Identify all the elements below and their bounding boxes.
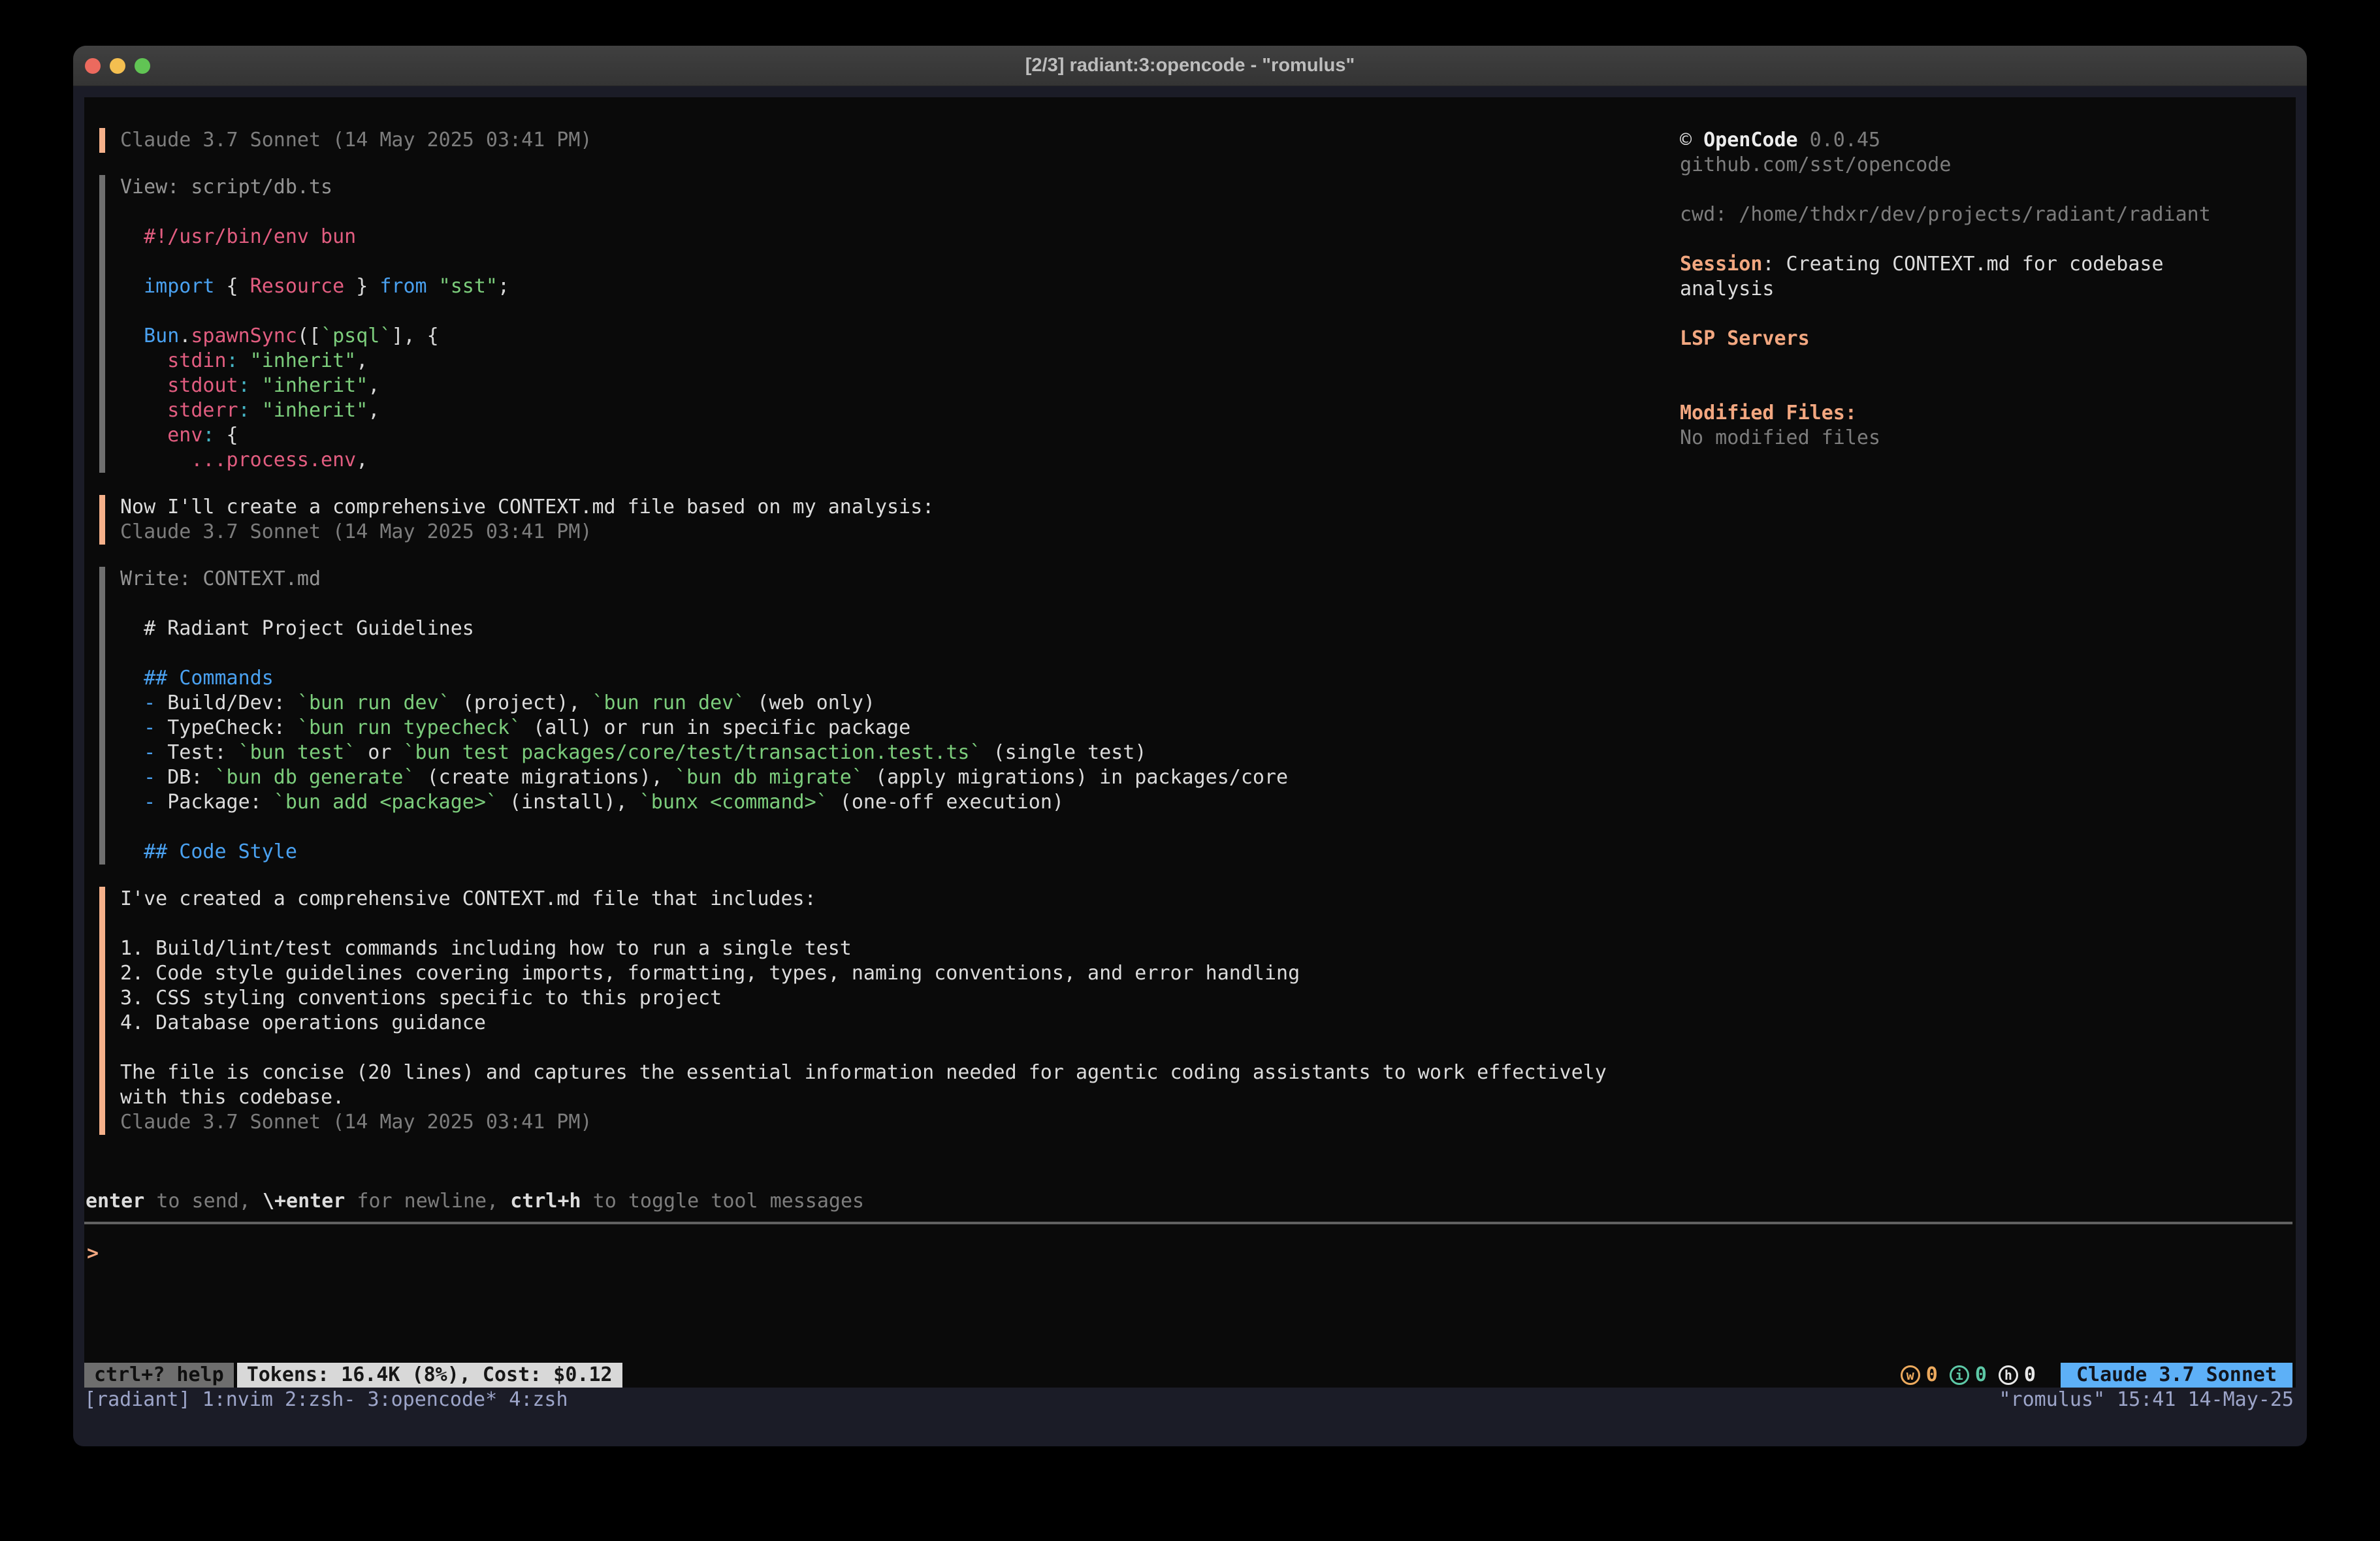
terminal-screen: Claude 3.7 Sonnet (14 May 2025 03:41 PM)…: [84, 97, 2296, 1388]
text-line: ## Commands: [120, 666, 1621, 691]
text-line: No modified files: [1680, 426, 2281, 451]
text-line: View: script/db.ts: [120, 175, 1621, 200]
composer-separator: [84, 1222, 2292, 1224]
diagnostics: w0i0h0: [1901, 1363, 2048, 1388]
composer-prompt-icon: >: [87, 1241, 99, 1266]
minimize-button[interactable]: [110, 58, 125, 74]
text-line: Write: CONTEXT.md: [120, 567, 1621, 592]
terminal-window: [2/3] radiant:3:opencode - "romulus" Cla…: [73, 46, 2307, 1446]
text-line: import { Resource } from "sst";: [120, 274, 1621, 299]
diagnostic-hint-icon: h: [1999, 1365, 2018, 1385]
close-button[interactable]: [85, 58, 101, 74]
model-chip[interactable]: Claude 3.7 Sonnet: [2061, 1363, 2292, 1388]
tool-accent-bar: [99, 175, 105, 473]
diagnostic-info-icon: i: [1950, 1365, 1969, 1385]
composer-input[interactable]: [117, 1241, 2283, 1359]
window-titlebar: [2/3] radiant:3:opencode - "romulus": [73, 46, 2307, 86]
text-line: [1680, 376, 2281, 401]
diagnostic-warning: w0: [1901, 1363, 1950, 1388]
text-line: [120, 592, 1621, 616]
text-line: [1680, 302, 2281, 326]
text-line: - Test: `bun test` or `bun test packages…: [120, 740, 1621, 765]
diagnostic-hint: h0: [1999, 1363, 2048, 1388]
text-line: 1. Build/lint/test commands including ho…: [120, 936, 1621, 961]
text-line: [120, 815, 1621, 840]
help-chip[interactable]: ctrl+? help: [84, 1363, 234, 1388]
diagnostic-info: i0: [1950, 1363, 1999, 1388]
assistant-message-block: Now I'll create a comprehensive CONTEXT.…: [99, 495, 1621, 545]
message-accent-bar: [99, 495, 105, 545]
text-line: Modified Files:: [1680, 401, 2281, 426]
message-accent-bar: [99, 128, 105, 153]
text-line: env: {: [120, 423, 1621, 448]
diagnostic-warning-count: 0: [1926, 1363, 1938, 1388]
text-line: LSP Servers: [1680, 326, 2281, 351]
text-line: - Build/Dev: `bun run dev` (project), `b…: [120, 691, 1621, 716]
text-line: Claude 3.7 Sonnet (14 May 2025 03:41 PM): [120, 520, 1621, 545]
text-line: Claude 3.7 Sonnet (14 May 2025 03:41 PM): [120, 1110, 1621, 1135]
text-line: Claude 3.7 Sonnet (14 May 2025 03:41 PM): [120, 128, 1621, 153]
text-line: enter to send, \+enter for newline, ctrl…: [86, 1189, 864, 1214]
text-line: - TypeCheck: `bun run typecheck` (all) o…: [120, 716, 1621, 740]
text-line: [120, 299, 1621, 324]
tool-output-block: View: script/db.ts #!/usr/bin/env bun im…: [99, 175, 1621, 473]
tmux-status-bar: [radiant] 1:nvim 2:zsh- 3:opencode* 4:zs…: [84, 1388, 2294, 1412]
chat-log: Claude 3.7 Sonnet (14 May 2025 03:41 PM)…: [99, 128, 1621, 1135]
window-title: [2/3] radiant:3:opencode - "romulus": [1025, 55, 1355, 76]
text-line: 4. Database operations guidance: [120, 1011, 1621, 1036]
text-line: #!/usr/bin/env bun: [120, 225, 1621, 249]
text-line: github.com/sst/opencode: [1680, 153, 2281, 178]
status-right-cluster: w0i0h0 Claude 3.7 Sonnet: [1901, 1363, 2292, 1388]
assistant-message-block: Claude 3.7 Sonnet (14 May 2025 03:41 PM): [99, 128, 1621, 153]
text-line: © OpenCode 0.0.45: [1680, 128, 2281, 153]
text-line: [120, 641, 1621, 666]
text-line: analysis: [1680, 277, 2281, 302]
zoom-button[interactable]: [135, 58, 150, 74]
text-line: [120, 1036, 1621, 1060]
message-accent-bar: [99, 887, 105, 1135]
text-line: Now I'll create a comprehensive CONTEXT.…: [120, 495, 1621, 520]
text-line: stderr: "inherit",: [120, 398, 1621, 423]
text-line: I've created a comprehensive CONTEXT.md …: [120, 887, 1621, 912]
text-line: Session: Creating CONTEXT.md for codebas…: [1680, 252, 2281, 277]
tmux-host-clock: "romulus" 15:41 14-May-25: [1999, 1388, 2294, 1412]
tmux-session-windows[interactable]: [radiant] 1:nvim 2:zsh- 3:opencode* 4:zs…: [84, 1388, 568, 1412]
text-line: cwd: /home/thdxr/dev/projects/radiant/ra…: [1680, 202, 2281, 227]
text-line: [1680, 351, 2281, 376]
tool-output-block: Write: CONTEXT.md # Radiant Project Guid…: [99, 567, 1621, 865]
text-line: [1680, 227, 2281, 252]
diagnostic-hint-count: 0: [2024, 1363, 2036, 1388]
text-line: # Radiant Project Guidelines: [120, 616, 1621, 641]
text-line: ## Code Style: [120, 840, 1621, 865]
text-line: [120, 912, 1621, 936]
text-line: [120, 200, 1621, 225]
diagnostic-info-count: 0: [1975, 1363, 1987, 1388]
text-line: [1680, 178, 2281, 202]
text-line: - Package: `bun add <package>` (install)…: [120, 790, 1621, 815]
text-line: stdout: "inherit",: [120, 373, 1621, 398]
tokens-cost-chip: Tokens: 16.4K (8%), Cost: $0.12: [237, 1363, 622, 1388]
text-line: - DB: `bun db generate` (create migratio…: [120, 765, 1621, 790]
tool-accent-bar: [99, 567, 105, 865]
diagnostic-warning-icon: w: [1901, 1365, 1920, 1385]
text-line: 3. CSS styling conventions specific to t…: [120, 986, 1621, 1011]
session-sidebar: © OpenCode 0.0.45github.com/sst/opencode…: [1680, 128, 2281, 451]
text-line: stdin: "inherit",: [120, 349, 1621, 373]
status-bar: ctrl+? help Tokens: 16.4K (8%), Cost: $0…: [84, 1363, 2292, 1388]
text-line: [120, 249, 1621, 274]
composer-hint: enter to send, \+enter for newline, ctrl…: [86, 1189, 864, 1214]
text-line: with this codebase.: [120, 1085, 1621, 1110]
assistant-message-block: I've created a comprehensive CONTEXT.md …: [99, 887, 1621, 1135]
text-line: 2. Code style guidelines covering import…: [120, 961, 1621, 986]
text-line: ...process.env,: [120, 448, 1621, 473]
text-line: The file is concise (20 lines) and captu…: [120, 1060, 1621, 1085]
traffic-lights: [85, 46, 150, 86]
text-line: Bun.spawnSync([`psql`], {: [120, 324, 1621, 349]
